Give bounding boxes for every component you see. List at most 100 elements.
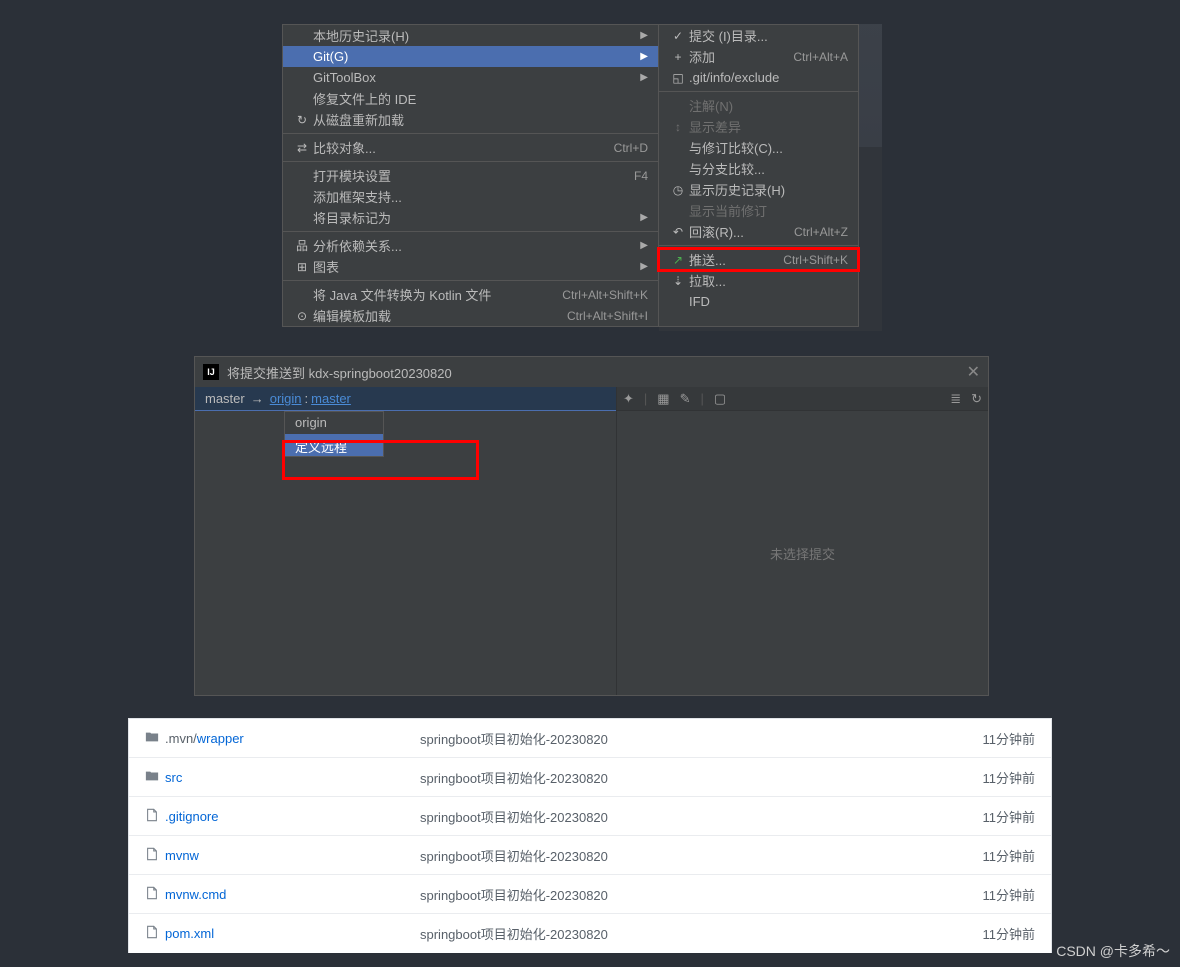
chevron-right-icon: ▶	[640, 51, 648, 62]
context-menu-area: 本地历史记录(H)▶Git(G)▶GitToolBox▶修复文件上的 IDE↻从…	[282, 24, 859, 327]
branch-to-link[interactable]: master	[311, 391, 351, 406]
file-name[interactable]: mvnw	[165, 848, 420, 863]
menu-separator	[659, 245, 858, 246]
file-row[interactable]: .gitignorespringboot项目初始化-2023082011分钟前	[129, 797, 1051, 836]
list-icon[interactable]: ≣	[950, 391, 961, 407]
file-row[interactable]: mvnwspringboot项目初始化-2023082011分钟前	[129, 836, 1051, 875]
left-menu-item-10[interactable]: 将目录标记为▶	[283, 207, 658, 228]
✓-icon: ✓	[667, 29, 689, 43]
left-menu-item-1[interactable]: Git(G) ▶	[283, 46, 658, 67]
right-menu-item-10[interactable]: ↶回滚(R)... Ctrl+Alt+Z	[659, 221, 858, 242]
file-row[interactable]: mvnw.cmdspringboot项目初始化-2023082011分钟前	[129, 875, 1051, 914]
品-icon: 品	[291, 237, 313, 254]
↶-icon: ↶	[667, 225, 689, 239]
left-menu-item-6[interactable]: ⇄比较对象... Ctrl+D	[283, 137, 658, 158]
push-left-panel: master → origin : master origin 定义远程	[195, 387, 617, 695]
close-icon[interactable]: ✕	[967, 362, 980, 382]
file-icon	[145, 886, 165, 903]
pin-icon[interactable]: ✦	[623, 391, 634, 407]
left-menu-item-4[interactable]: ↻从磁盘重新加载	[283, 109, 658, 130]
menu-separator	[283, 133, 658, 134]
file-icon	[145, 925, 165, 942]
menu-label: 显示历史记录(H)	[689, 180, 848, 199]
right-menu-item-12[interactable]: ↗推送...Ctrl+Shift+K	[659, 249, 858, 270]
left-menu-item-16[interactable]: ⊙编辑模板加载Ctrl+Alt+Shift+I	[283, 305, 658, 326]
right-menu-item-9: 显示当前修订	[659, 200, 858, 221]
+-icon: +	[667, 50, 689, 64]
⇄-icon: ⇄	[291, 141, 313, 155]
menu-separator	[283, 161, 658, 162]
right-menu-item-1[interactable]: +添加Ctrl+Alt+A	[659, 46, 858, 67]
commit-message[interactable]: springboot项目初始化-20230820	[420, 768, 983, 787]
file-icon	[145, 847, 165, 864]
chevron-right-icon: ▶	[640, 240, 648, 251]
file-row[interactable]: pom.xmlspringboot项目初始化-2023082011分钟前	[129, 914, 1051, 953]
file-name[interactable]: .gitignore	[165, 809, 420, 824]
left-menu-item-8[interactable]: 打开模块设置F4	[283, 165, 658, 186]
menu-shortcut: Ctrl+Alt+A	[793, 50, 848, 64]
context-menu-right: ✓提交 (I)目录...+添加Ctrl+Alt+A◱.git/info/excl…	[659, 24, 859, 327]
branch-bar[interactable]: master → origin : master	[195, 387, 616, 411]
menu-label: 修复文件上的 IDE	[313, 89, 648, 108]
menu-label: 显示差异	[689, 117, 848, 136]
menu-shortcut: Ctrl+Alt+Shift+K	[562, 288, 648, 302]
◷-icon: ◷	[667, 183, 689, 197]
left-menu-item-0[interactable]: 本地历史记录(H)▶	[283, 25, 658, 46]
file-row[interactable]: .mvn/wrapperspringboot项目初始化-2023082011分钟…	[129, 719, 1051, 758]
file-name[interactable]: src	[165, 770, 420, 785]
↻-icon: ↻	[291, 113, 313, 127]
menu-label: 本地历史记录(H)	[313, 26, 634, 45]
left-menu-item-12[interactable]: 品分析依赖关系...▶	[283, 235, 658, 256]
commit-time: 11分钟前	[983, 846, 1036, 865]
left-menu-item-15[interactable]: 将 Java 文件转换为 Kotlin 文件 Ctrl+Alt+Shift+K	[283, 284, 658, 305]
right-menu-item-2[interactable]: ◱.git/info/exclude	[659, 67, 858, 88]
right-menu-item-6[interactable]: 与修订比较(C)...	[659, 137, 858, 158]
commit-message[interactable]: springboot项目初始化-20230820	[420, 846, 983, 865]
watermark: CSDN @卡多希～	[1056, 941, 1170, 961]
dialog-titlebar: IJ 将提交推送到 kdx-springboot20230820 ✕	[195, 357, 988, 387]
refresh-icon[interactable]: ↻	[971, 391, 982, 407]
left-menu-item-3[interactable]: 修复文件上的 IDE	[283, 88, 658, 109]
view-icon[interactable]: ▢	[714, 391, 726, 407]
commit-message[interactable]: springboot项目初始化-20230820	[420, 807, 983, 826]
↗-icon: ↗	[667, 253, 689, 267]
menu-label: 将 Java 文件转换为 Kotlin 文件	[313, 285, 554, 304]
right-menu-item-0[interactable]: ✓提交 (I)目录...	[659, 25, 858, 46]
commit-message[interactable]: springboot项目初始化-20230820	[420, 924, 983, 943]
menu-separator	[659, 91, 858, 92]
menu-label: 显示当前修订	[689, 201, 848, 220]
menu-label: 拉取...	[689, 271, 848, 290]
left-menu-item-13[interactable]: ⊞图表▶	[283, 256, 658, 277]
⇣-icon: ⇣	[667, 274, 689, 288]
popup-origin[interactable]: origin	[285, 412, 383, 434]
file-name[interactable]: pom.xml	[165, 926, 420, 941]
colon: :	[305, 391, 309, 406]
branch-from: master	[205, 391, 245, 406]
menu-shortcut: Ctrl+Alt+Z	[794, 225, 848, 239]
commit-message[interactable]: springboot项目初始化-20230820	[420, 729, 983, 748]
menu-label: 提交 (I)目录...	[689, 26, 848, 45]
grid-icon[interactable]: ▦	[657, 391, 669, 407]
right-menu-item-8[interactable]: ◷显示历史记录(H)	[659, 179, 858, 200]
menu-label: 添加框架支持...	[313, 187, 648, 206]
menu-separator	[283, 231, 658, 232]
right-menu-item-5: ↕显示差异	[659, 116, 858, 137]
menu-label: Git(G)	[313, 49, 634, 64]
menu-shortcut: Ctrl+D	[614, 141, 648, 155]
menu-label: 与分支比较...	[689, 159, 848, 178]
right-menu-item-13[interactable]: ⇣拉取...	[659, 270, 858, 291]
menu-label: 回滚(R)...	[689, 222, 786, 241]
menu-label: 比较对象...	[313, 138, 606, 157]
remote-link[interactable]: origin	[270, 391, 302, 406]
right-menu-item-7[interactable]: 与分支比较...	[659, 158, 858, 179]
commit-time: 11分钟前	[983, 885, 1036, 904]
left-menu-item-2[interactable]: GitToolBox▶	[283, 67, 658, 88]
left-menu-item-9[interactable]: 添加框架支持...	[283, 186, 658, 207]
commit-message[interactable]: springboot项目初始化-20230820	[420, 885, 983, 904]
right-menu-item-14[interactable]: IFD	[659, 291, 858, 312]
file-name[interactable]: .mvn/wrapper	[165, 731, 420, 746]
⊞-icon: ⊞	[291, 260, 313, 274]
file-name[interactable]: mvnw.cmd	[165, 887, 420, 902]
file-row[interactable]: srcspringboot项目初始化-2023082011分钟前	[129, 758, 1051, 797]
edit-icon[interactable]: ✎	[680, 391, 691, 407]
